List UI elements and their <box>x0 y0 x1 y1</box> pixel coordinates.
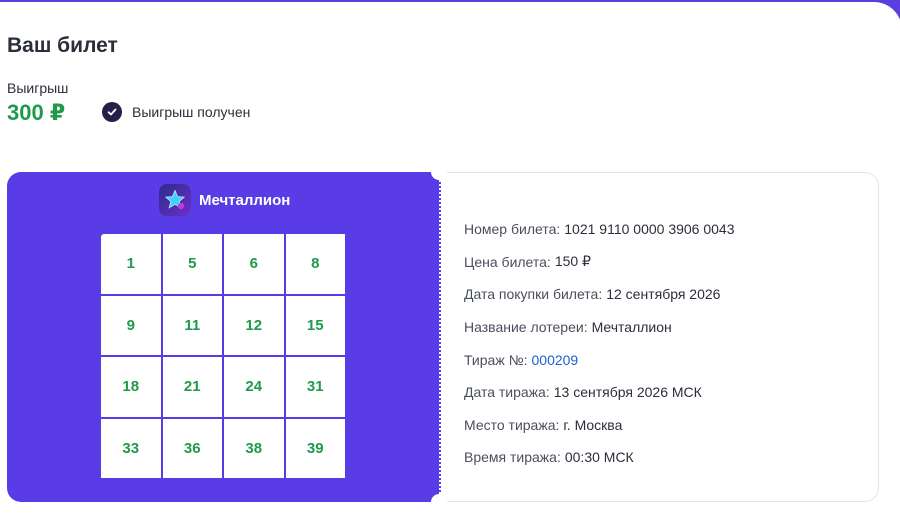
detail-key: Дата тиража: <box>464 384 550 401</box>
detail-row-draw-date: Дата тиража: 13 сентября 2026 МСК <box>464 376 735 409</box>
detail-key: Цена билета: <box>464 253 551 270</box>
number-cell: 8 <box>285 234 345 294</box>
detail-value: 13 сентября 2026 МСК <box>553 384 702 401</box>
detail-key: Время тиража: <box>464 449 561 466</box>
check-circle-icon <box>102 102 122 122</box>
draw-number-link[interactable]: 000209 <box>532 352 579 368</box>
detail-row-price: Цена билета: 150 ₽ <box>464 246 735 279</box>
page-title: Ваш билет <box>7 34 118 57</box>
ticket-card: Мечталлион 1 5 6 8 9 11 12 15 18 21 24 3… <box>7 164 879 510</box>
number-cell: 15 <box>285 295 345 355</box>
detail-value: 12 сентября 2026 <box>606 286 721 303</box>
detail-key: Дата покупки билета: <box>464 286 603 303</box>
number-cell: 5 <box>162 234 222 294</box>
lottery-name: Мечталлион <box>199 191 291 209</box>
number-cell: 11 <box>162 295 222 355</box>
number-cell: 9 <box>101 295 161 355</box>
detail-value: г. Москва <box>563 416 623 433</box>
star-logo-icon <box>159 184 191 216</box>
number-cell: 21 <box>162 357 222 417</box>
ticket-notch-bottom <box>431 494 447 510</box>
prize-label: Выигрыш <box>7 80 69 96</box>
ticket-details-section: Номер билета: 1021 9110 0000 3906 0043 Ц… <box>439 172 879 502</box>
detail-value: 150 ₽ <box>554 253 591 270</box>
detail-key: Место тиража: <box>464 416 560 433</box>
detail-row-draw-place: Место тиража: г. Москва <box>464 409 735 442</box>
detail-value: 1021 9110 0000 3906 0043 <box>564 221 735 238</box>
detail-key: Название лотереи: <box>464 319 588 336</box>
number-cell: 31 <box>285 357 345 417</box>
lottery-header: Мечталлион <box>159 184 290 216</box>
ticket-details: Номер билета: 1021 9110 0000 3906 0043 Ц… <box>464 213 735 474</box>
prize-status: Выигрыш получен <box>102 102 250 122</box>
detail-row-draw-time: Время тиража: 00:30 МСК <box>464 441 735 474</box>
number-cell: 38 <box>224 418 284 478</box>
detail-key: Номер билета: <box>464 221 561 238</box>
number-cell: 36 <box>162 418 222 478</box>
prize-amount: 300 ₽ <box>7 100 66 125</box>
prize-status-text: Выигрыш получен <box>132 104 251 120</box>
detail-value: Мечталлион <box>591 319 672 336</box>
numbers-grid: 1 5 6 8 9 11 12 15 18 21 24 31 33 36 38 … <box>101 234 345 478</box>
number-cell: 12 <box>224 295 284 355</box>
detail-row-purchase-date: Дата покупки билета: 12 сентября 2026 <box>464 278 735 311</box>
ticket-panel: Ваш билет Выигрыш 300 ₽ Выигрыш получен … <box>0 2 900 525</box>
number-cell: 18 <box>101 357 161 417</box>
number-cell: 6 <box>224 234 284 294</box>
number-cell: 24 <box>224 357 284 417</box>
detail-row-lottery-name: Название лотереи: Мечталлион <box>464 311 735 344</box>
number-cell: 1 <box>101 234 161 294</box>
detail-row-ticket-number: Номер билета: 1021 9110 0000 3906 0043 <box>464 213 735 246</box>
detail-row-draw-number: Тираж №: 000209 <box>464 343 735 376</box>
ticket-notch-top <box>431 164 447 180</box>
ticket-numbers-section: Мечталлион 1 5 6 8 9 11 12 15 18 21 24 3… <box>7 172 439 502</box>
ticket-perforation <box>439 182 441 492</box>
number-cell: 39 <box>285 418 345 478</box>
detail-value: 00:30 МСК <box>564 449 634 466</box>
detail-key: Тираж №: <box>464 351 528 368</box>
number-cell: 33 <box>101 418 161 478</box>
